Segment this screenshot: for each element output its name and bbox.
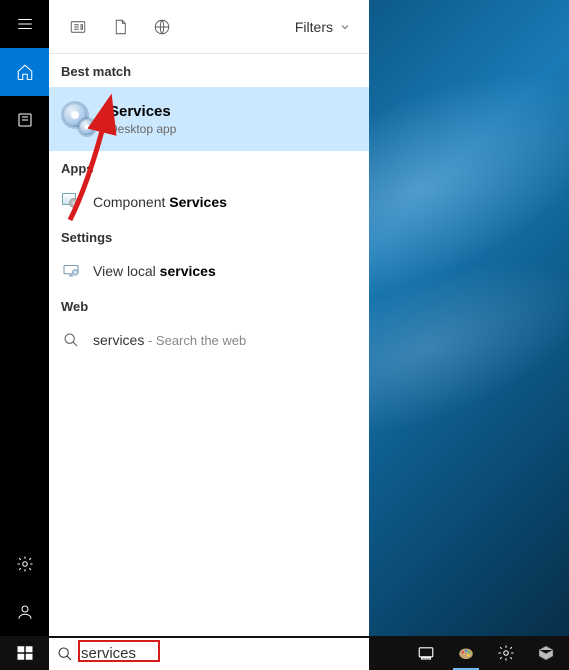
windows-logo-icon xyxy=(16,644,34,662)
document-icon xyxy=(111,18,129,36)
search-panel-top-bar: Filters xyxy=(49,0,369,54)
filters-dropdown[interactable]: Filters xyxy=(285,19,361,35)
scope-documents-button[interactable] xyxy=(99,0,141,54)
start-left-rail xyxy=(0,0,49,636)
gear-icon xyxy=(16,555,34,573)
home-button[interactable] xyxy=(0,48,49,96)
paint-palette-icon xyxy=(457,644,475,662)
result-services-app[interactable]: Services Desktop app xyxy=(49,87,369,151)
result-title: Services xyxy=(109,103,176,120)
result-web-search[interactable]: services - Search the web xyxy=(49,322,369,358)
monitor-settings-icon xyxy=(61,261,81,281)
store-app-button[interactable] xyxy=(529,636,563,670)
gear-icon xyxy=(497,644,515,662)
chevron-down-icon xyxy=(339,21,351,33)
user-icon xyxy=(16,603,34,621)
settings-app-button[interactable] xyxy=(489,636,523,670)
section-settings: Settings xyxy=(49,220,369,253)
task-view-icon xyxy=(417,644,435,662)
taskbar xyxy=(0,636,569,670)
component-services-icon xyxy=(61,192,81,212)
taskbar-right xyxy=(403,636,569,670)
services-app-icon xyxy=(61,101,97,137)
recent-icon xyxy=(16,111,34,129)
scope-web-button[interactable] xyxy=(141,0,183,54)
search-icon xyxy=(57,646,73,662)
section-apps: Apps xyxy=(49,151,369,184)
settings-button[interactable] xyxy=(0,540,49,588)
taskbar-search-box[interactable] xyxy=(49,638,369,670)
scope-all-button[interactable] xyxy=(57,0,99,54)
section-best-match: Best match xyxy=(49,54,369,87)
result-view-local-services[interactable]: View local services xyxy=(49,253,369,289)
result-subtitle: Desktop app xyxy=(109,122,176,136)
search-icon xyxy=(61,330,81,350)
user-button[interactable] xyxy=(0,588,49,636)
task-view-button[interactable] xyxy=(409,636,443,670)
result-label: services - Search the web xyxy=(93,332,246,348)
hamburger-icon xyxy=(16,15,34,33)
result-component-services[interactable]: Component Services xyxy=(49,184,369,220)
start-button[interactable] xyxy=(0,636,49,670)
globe-icon xyxy=(153,18,171,36)
section-web: Web xyxy=(49,289,369,322)
home-icon xyxy=(16,63,34,81)
result-label: Component Services xyxy=(93,194,227,210)
hamburger-menu-button[interactable] xyxy=(0,0,49,48)
filters-label: Filters xyxy=(295,19,333,35)
box-icon xyxy=(537,644,555,662)
paint-app-button[interactable] xyxy=(449,636,483,670)
taskbar-search-input[interactable] xyxy=(81,645,361,662)
cortana-search-panel: Filters Best match Services Desktop app … xyxy=(49,0,369,636)
news-icon xyxy=(69,18,87,36)
result-label: View local services xyxy=(93,263,216,279)
recent-button[interactable] xyxy=(0,96,49,144)
